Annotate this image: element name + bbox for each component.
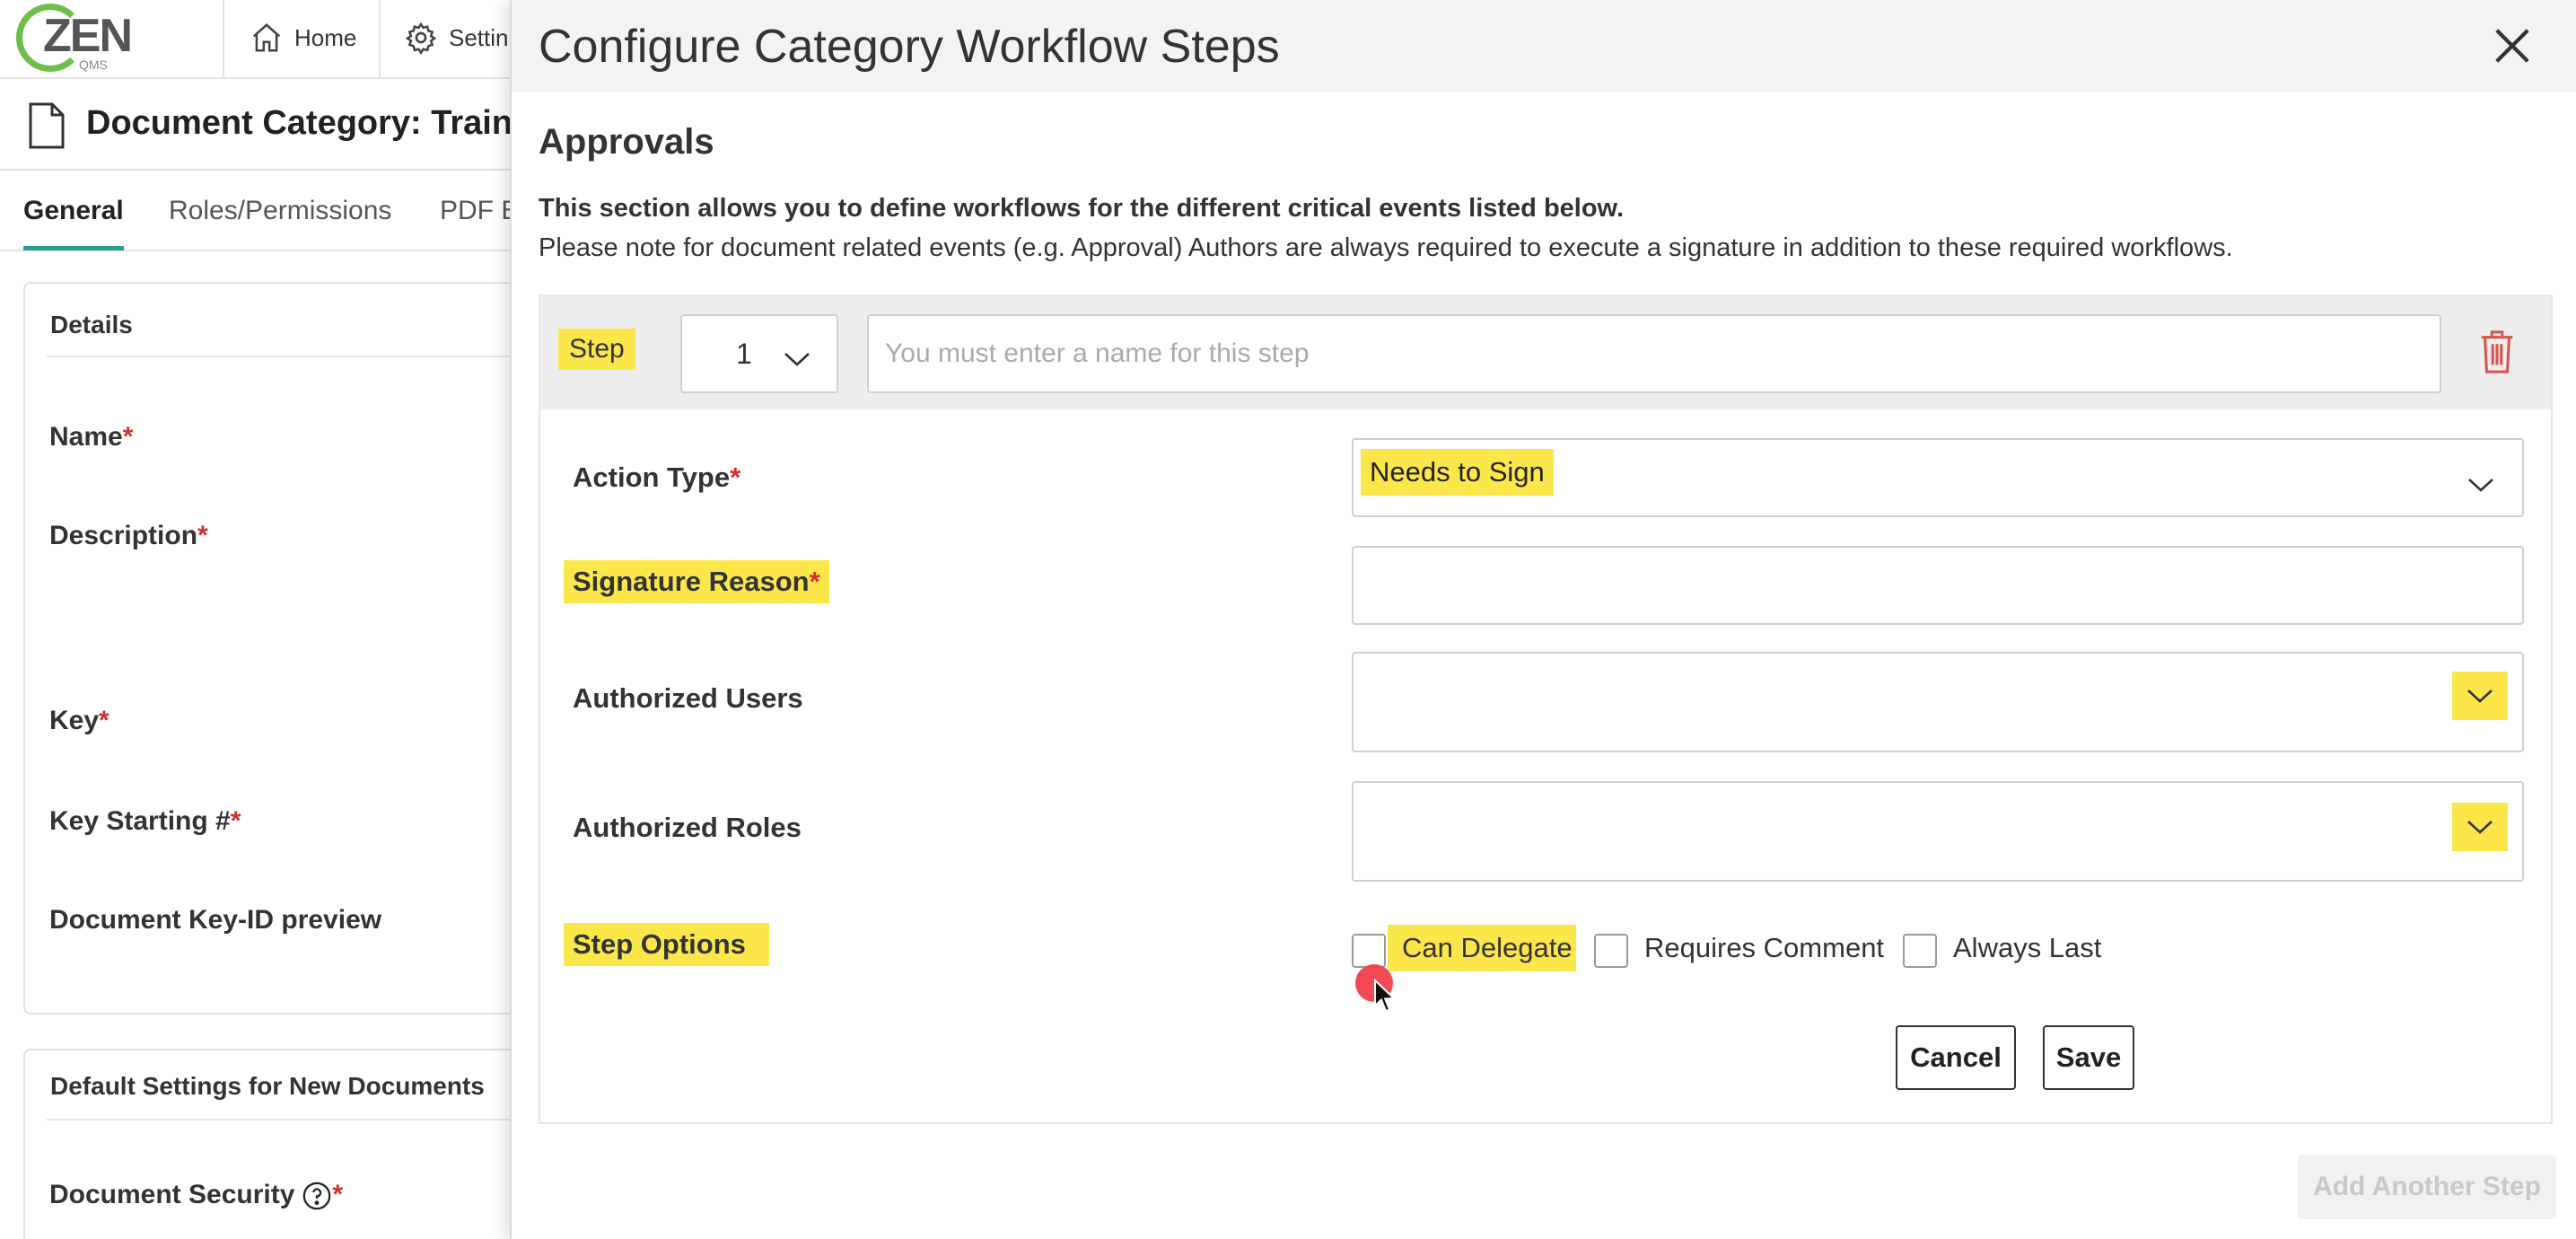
nav-divider [379,0,381,79]
name-label: Name* [49,422,134,452]
action-type-value: Needs to Sign [1361,449,1554,496]
always-last-label[interactable]: Always Last [1953,932,2101,964]
can-delegate-checkbox[interactable] [1352,934,1386,968]
authorized-roles-dropdown-button[interactable] [2452,803,2508,851]
workflow-step-card: Step 1 Action Type* Needs to Sign Signat… [539,294,2553,1124]
step-label: Step [558,329,635,370]
modal-header: Configure Category Workflow Steps [512,0,2576,92]
tab-pdf[interactable]: PDF E [440,196,519,226]
help-icon[interactable] [302,1181,332,1211]
key-starting-number-label: Key Starting #* [49,806,241,836]
nav-divider [223,0,224,79]
description-label: Description* [49,521,208,550]
logo-text: ZEN [43,10,133,62]
cancel-button[interactable]: Cancel [1896,1025,2016,1090]
logo-subtext: QMS [79,57,108,72]
close-icon[interactable] [2492,25,2533,66]
step-options-label: Step Options [564,923,769,966]
gear-icon [405,22,437,55]
can-delegate-label[interactable]: Can Delegate [1388,925,1576,971]
home-icon [252,23,281,52]
add-another-step-button[interactable]: Add Another Step [2298,1155,2556,1219]
configure-workflow-modal: Configure Category Workflow Steps Approv… [510,0,2576,1239]
mouse-pointer-icon [1374,979,1397,1013]
step-number-value: 1 [736,338,752,370]
authorized-roles-select[interactable] [1352,781,2524,882]
authorized-users-dropdown-button[interactable] [2452,672,2508,720]
chevron-down-icon [2467,690,2493,703]
trash-icon[interactable] [2479,329,2515,373]
action-type-select[interactable]: Needs to Sign [1352,438,2524,517]
default-settings-heading: Default Settings for New Documents [50,1072,485,1100]
tab-general[interactable]: General [23,196,124,226]
page-title: Document Category: Traini [86,104,522,142]
authorized-users-label: Authorized Users [573,682,803,714]
signature-reason-input[interactable] [1352,546,2524,625]
requires-comment-label[interactable]: Requires Comment [1644,932,1884,964]
step-number-select[interactable]: 1 [680,314,838,393]
authorized-users-select[interactable] [1352,652,2524,752]
divider [47,356,531,357]
active-tab-indicator [23,246,124,250]
action-type-label: Action Type* [573,461,741,493]
document-security-label: Document Security * [49,1180,343,1211]
key-label: Key* [49,706,110,735]
modal-title: Configure Category Workflow Steps [539,21,1280,73]
chevron-down-icon [2468,479,2493,492]
divider [47,1119,531,1120]
section-title: Approvals [539,122,714,162]
signature-reason-label: Signature Reason* [564,560,829,603]
step-header: Step 1 [540,296,2551,409]
details-heading: Details [50,311,133,338]
zen-qms-logo[interactable]: ZEN QMS [16,2,133,74]
save-button[interactable]: Save [2043,1025,2134,1090]
section-description: This section allows you to define workfl… [539,194,1625,223]
chevron-down-icon [784,353,810,366]
nav-settings[interactable]: Settin [404,20,509,56]
authorized-roles-label: Authorized Roles [573,812,802,843]
section-note: Please note for document related events … [539,233,2233,262]
nav-home-label: Home [294,23,357,51]
nav-settings-label: Settin [449,23,509,51]
nav-home[interactable]: Home [250,20,356,56]
document-key-id-preview-label: Document Key-ID preview [49,905,382,935]
top-navigation-bar: ZEN QMS Home Settin [0,0,539,79]
always-last-checkbox[interactable] [1903,934,1937,968]
tab-roles-permissions[interactable]: Roles/Permissions [169,196,391,226]
chevron-down-icon [2467,821,2493,834]
requires-comment-checkbox[interactable] [1594,934,1628,968]
document-icon [29,102,65,149]
step-name-input[interactable] [867,314,2441,393]
